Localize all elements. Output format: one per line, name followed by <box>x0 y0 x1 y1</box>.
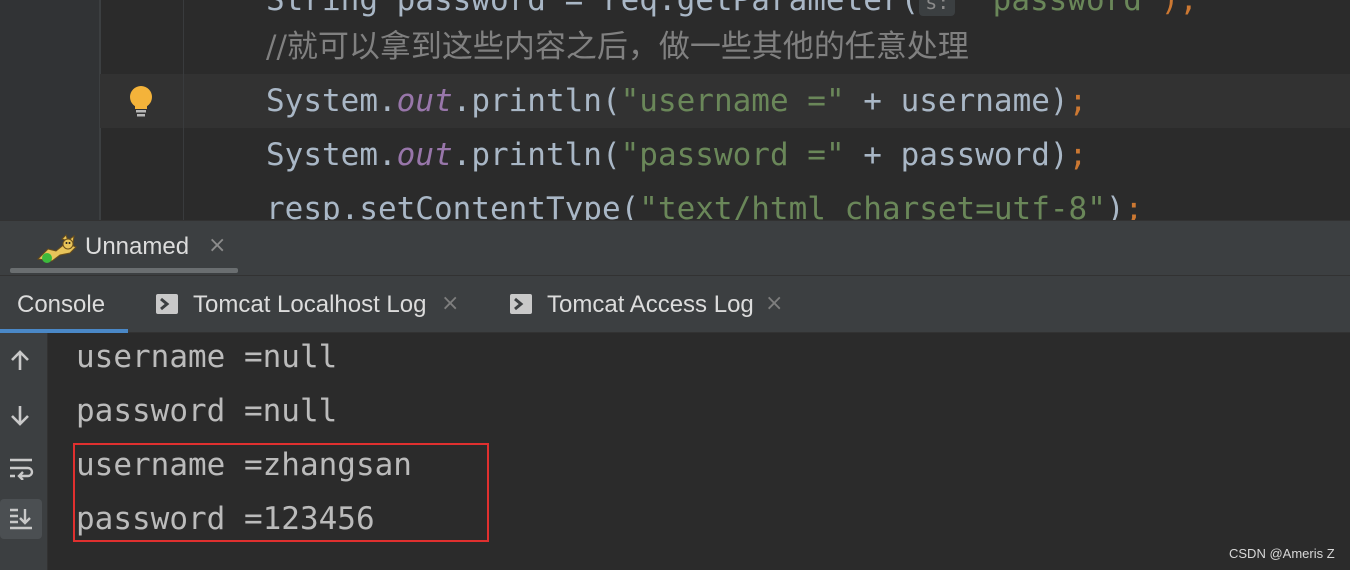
up-arrow-icon <box>11 350 29 370</box>
indent-guide <box>183 0 184 220</box>
code-text: .println( <box>452 137 621 173</box>
tab-tomcat-localhost-log[interactable]: Tomcat Localhost Log × <box>150 276 470 334</box>
tab-tomcat-access-log[interactable]: Tomcat Access Log × <box>504 276 794 334</box>
code-text: ) <box>1105 191 1125 220</box>
down-arrow-button[interactable] <box>0 395 42 435</box>
code-line-comment[interactable]: //就可以拿到这些内容之后，做一些其他的任意处理 <box>266 20 969 74</box>
code-text: System. <box>266 137 397 173</box>
code-line-print-username[interactable]: System.out.println("username =" + userna… <box>266 74 1087 128</box>
run-configuration-tab[interactable]: Unnamed × <box>10 221 240 276</box>
parameter-hint: s: <box>919 0 956 16</box>
code-text: + password) <box>844 137 1069 173</box>
console-tab-strip: Console Tomcat Localhost Log × Tomcat Ac… <box>0 275 1350 334</box>
code-punct: ; <box>1068 137 1088 173</box>
log-icon <box>510 294 532 314</box>
selected-tab-indicator <box>10 268 238 273</box>
close-icon[interactable]: × <box>441 276 459 332</box>
code-line-print-password[interactable]: System.out.println("password =" + passwo… <box>266 128 1087 182</box>
code-text: + username) <box>844 83 1069 119</box>
tab-label: Console <box>17 291 106 318</box>
code-string: "username =" <box>620 83 845 119</box>
console-line: password =null <box>76 393 338 429</box>
up-arrow-button[interactable] <box>0 341 42 381</box>
tab-console[interactable]: Console <box>0 276 128 334</box>
watermark: CSDN @Ameris Z <box>1229 546 1335 561</box>
console-line: username =null <box>76 339 338 375</box>
tab-label: Tomcat Localhost Log <box>193 291 427 318</box>
down-arrow-icon <box>11 406 29 426</box>
code-text: .println( <box>452 83 621 119</box>
code-line-content-type[interactable]: resp.setContentType("text/html charset=u… <box>266 182 1143 220</box>
editor-gutter <box>0 0 100 220</box>
code-punct: ; <box>1068 83 1088 119</box>
code-string: "password =" <box>620 137 845 173</box>
scroll-to-end-icon <box>10 508 32 530</box>
code-punct: ); <box>1160 0 1198 18</box>
code-text: System. <box>266 83 397 119</box>
close-icon[interactable]: × <box>765 276 783 332</box>
code-text: String password = req.getParameter( <box>266 0 920 18</box>
tomcat-icon <box>36 234 77 263</box>
annotation-highlight-box <box>73 443 489 542</box>
console-toolbar <box>0 333 48 570</box>
soft-wrap-icon <box>10 458 34 480</box>
code-punct: ; <box>1124 191 1144 220</box>
log-icon <box>156 294 178 314</box>
code-field: out <box>396 83 453 119</box>
soft-wrap-button[interactable] <box>0 448 42 488</box>
run-tool-window-header: Unnamed × <box>0 220 1350 275</box>
close-icon[interactable]: × <box>208 233 226 258</box>
tab-label: Tomcat Access Log <box>547 291 754 318</box>
code-text: resp.setContentType( <box>266 191 640 220</box>
code-string: "text/html charset=utf-8" <box>639 191 1106 220</box>
code-field: out <box>396 137 453 173</box>
console-output-panel[interactable]: username =null password =null username =… <box>0 333 1350 570</box>
lightbulb-icon[interactable] <box>128 86 154 118</box>
code-string: "password" <box>974 0 1161 18</box>
run-tab-label: Unnamed <box>85 233 190 260</box>
code-editor[interactable]: String password = req.getParameter(s: "p… <box>0 0 1350 220</box>
scroll-to-end-button[interactable] <box>0 499 42 539</box>
